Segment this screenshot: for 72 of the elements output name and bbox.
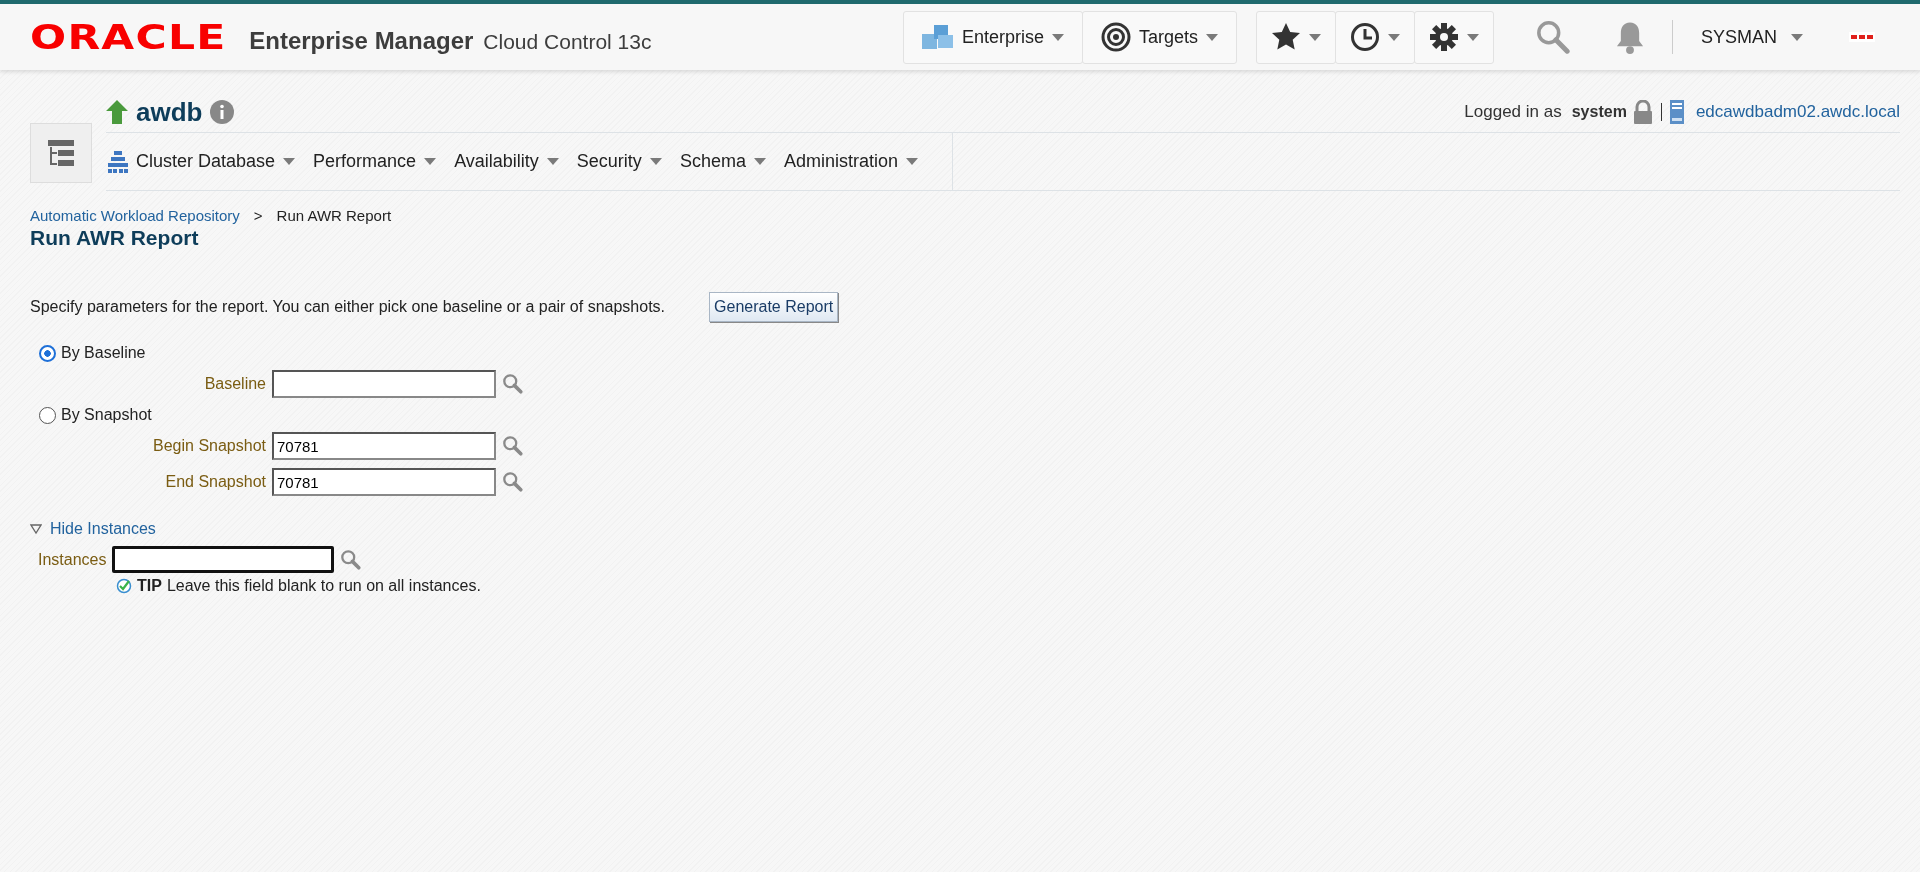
tip-label: TIP	[137, 577, 162, 595]
caret-icon	[1791, 33, 1803, 41]
search-icon[interactable]	[1535, 20, 1570, 54]
generate-report-button[interactable]: Generate Report	[709, 292, 839, 322]
nav-menu[interactable]: Availability	[454, 151, 577, 172]
search-icon[interactable]	[502, 435, 524, 457]
caret-icon	[1466, 33, 1479, 41]
lock-icon	[1632, 100, 1653, 124]
target-icon	[1100, 22, 1131, 52]
clock-icon	[1349, 22, 1380, 52]
field-label: Instances	[38, 550, 107, 569]
search-icon[interactable]	[502, 471, 524, 493]
radio-option[interactable]: By Snapshot	[39, 406, 1890, 424]
settings-button[interactable]	[1413, 10, 1494, 64]
field-label: End Snapshot	[164, 473, 266, 491]
flag-icon	[1849, 32, 1875, 42]
up-arrow-icon	[106, 100, 128, 124]
text-field[interactable]	[272, 370, 496, 398]
target-name: awdb	[136, 96, 203, 128]
radio-option[interactable]: By Baseline	[39, 344, 1890, 362]
user-menu[interactable]: SYSMAN	[1690, 26, 1813, 48]
hide-instances-toggle[interactable]: Hide Instances	[30, 520, 156, 538]
radio-button[interactable]	[39, 344, 56, 362]
breadcrumb-current: Run AWR Report	[276, 207, 392, 224]
nav-menu[interactable]: Administration	[783, 151, 936, 172]
tree-icon	[46, 138, 76, 168]
caret-icon	[1387, 33, 1400, 41]
info-icon[interactable]	[210, 100, 235, 124]
nav-menu[interactable]: Cluster Database	[106, 150, 314, 173]
text-field[interactable]: 70781	[272, 432, 496, 460]
caret-icon	[905, 158, 918, 165]
product-edition: Cloud Control 13c	[483, 30, 652, 54]
favorites-button[interactable]	[1255, 10, 1336, 64]
caret-icon	[283, 158, 296, 165]
caret-icon	[1308, 33, 1321, 41]
oracle-logo: ORACLE	[30, 17, 227, 57]
history-button[interactable]	[1334, 10, 1415, 64]
page-title: Run AWR Report	[30, 226, 200, 250]
text-field[interactable]: 70781	[272, 468, 496, 496]
enterprise-menu[interactable]: Enterprise	[902, 10, 1083, 64]
description-text: Specify parameters for the report. You can either pick one baseline or a pair of snapshots.	[30, 298, 666, 316]
field-label: Begin Snapshot	[152, 437, 266, 455]
login-label: Logged in as	[1464, 102, 1562, 122]
database-icon	[108, 150, 128, 173]
instances-field[interactable]	[112, 546, 335, 573]
caret-icon	[1051, 33, 1064, 41]
breadcrumb-separator: >	[253, 207, 263, 224]
star-icon	[1270, 22, 1301, 52]
caret-icon	[1205, 33, 1218, 41]
nav-menu[interactable]: Schema	[679, 151, 784, 172]
radio-button[interactable]	[39, 406, 56, 424]
targets-menu[interactable]: Targets	[1081, 10, 1237, 64]
check-icon	[116, 578, 132, 594]
caret-icon	[753, 158, 766, 165]
breadcrumb-link[interactable]: Automatic Workload Repository	[30, 207, 240, 224]
search-icon[interactable]	[340, 548, 363, 571]
host-link[interactable]: edcawdbadm02.awdc.local	[1695, 102, 1900, 122]
nav-menu[interactable]: Security	[576, 151, 680, 172]
field-label: Baseline	[203, 375, 266, 393]
product-name: Enterprise Manager	[249, 27, 474, 55]
caret-icon	[424, 158, 437, 165]
tip-text: Leave this field blank to run on all instances.	[166, 577, 481, 595]
squares-icon	[921, 24, 954, 50]
settings-icon	[1428, 22, 1459, 52]
nav-menu[interactable]: Performance	[313, 151, 455, 172]
search-icon[interactable]	[502, 373, 524, 395]
caret-icon	[649, 158, 662, 165]
server-icon	[1669, 100, 1684, 124]
login-user: system	[1571, 103, 1627, 121]
caret-icon	[546, 158, 559, 165]
navigation-toggle[interactable]	[30, 123, 92, 183]
triangle-icon	[30, 524, 42, 534]
